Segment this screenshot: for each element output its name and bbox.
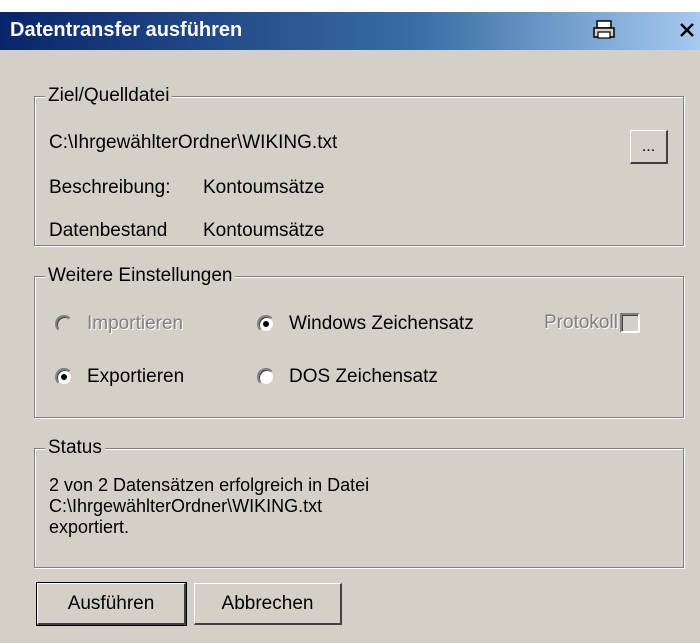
export-radio-option[interactable]: Exportieren	[55, 366, 184, 388]
status-line: C:\IhrgewählterOrdner\WIKING.txt	[49, 496, 323, 516]
title-bar[interactable]: Datentransfer ausführen	[0, 12, 700, 50]
protocol-option[interactable]: Protokoll	[544, 312, 640, 334]
description-value: Kontoumsätze	[203, 177, 325, 198]
status-line: exportiert.	[49, 517, 130, 537]
dos-charset-label: DOS Zeichensatz	[289, 366, 438, 387]
windows-charset-option[interactable]: Windows Zeichensatz	[257, 313, 474, 335]
import-radio-option[interactable]: Importieren	[55, 313, 183, 335]
cancel-button[interactable]: Abbrechen	[194, 583, 342, 625]
status-message: 2 von 2 Datensätzen erfolgreich in Datei…	[49, 475, 369, 538]
window-title: Datentransfer ausführen	[10, 19, 243, 41]
windows-charset-label: Windows Zeichensatz	[289, 313, 474, 334]
protocol-label: Protokoll	[544, 312, 618, 333]
protocol-checkbox[interactable]	[619, 313, 640, 333]
export-radio[interactable]	[55, 368, 73, 386]
dataset-label: Datenbestand	[49, 220, 168, 241]
status-line: 2 von 2 Datensätzen erfolgreich in Datei	[49, 475, 370, 495]
dialog-window: Datentransfer ausführen Ziel/Quelldatei …	[0, 12, 700, 643]
export-label: Exportieren	[87, 366, 185, 387]
file-groupbox: Ziel/Quelldatei C:\IhrgewählterOrdner\WI…	[34, 85, 684, 246]
description-label: Beschreibung:	[49, 177, 171, 198]
windows-charset-radio[interactable]	[257, 315, 275, 333]
print-icon[interactable]	[592, 19, 616, 41]
import-label: Importieren	[87, 313, 184, 334]
file-path: C:\IhrgewählterOrdner\WIKING.txt	[49, 132, 338, 153]
settings-groupbox: Weitere Einstellungen Importieren Window…	[34, 265, 684, 418]
execute-button[interactable]: Ausführen	[36, 582, 187, 626]
file-group-title: Ziel/Quelldatei	[45, 85, 173, 107]
close-icon[interactable]	[675, 19, 699, 41]
status-groupbox: Status 2 von 2 Datensätzen erfolgreich i…	[34, 437, 684, 568]
dataset-value: Kontoumsätze	[203, 220, 325, 241]
status-group-title: Status	[45, 437, 105, 459]
import-radio[interactable]	[55, 315, 73, 333]
settings-group-title: Weitere Einstellungen	[45, 265, 236, 287]
dos-charset-option[interactable]: DOS Zeichensatz	[257, 366, 438, 388]
browse-button[interactable]: ...	[630, 130, 668, 164]
dos-charset-radio[interactable]	[257, 368, 275, 386]
